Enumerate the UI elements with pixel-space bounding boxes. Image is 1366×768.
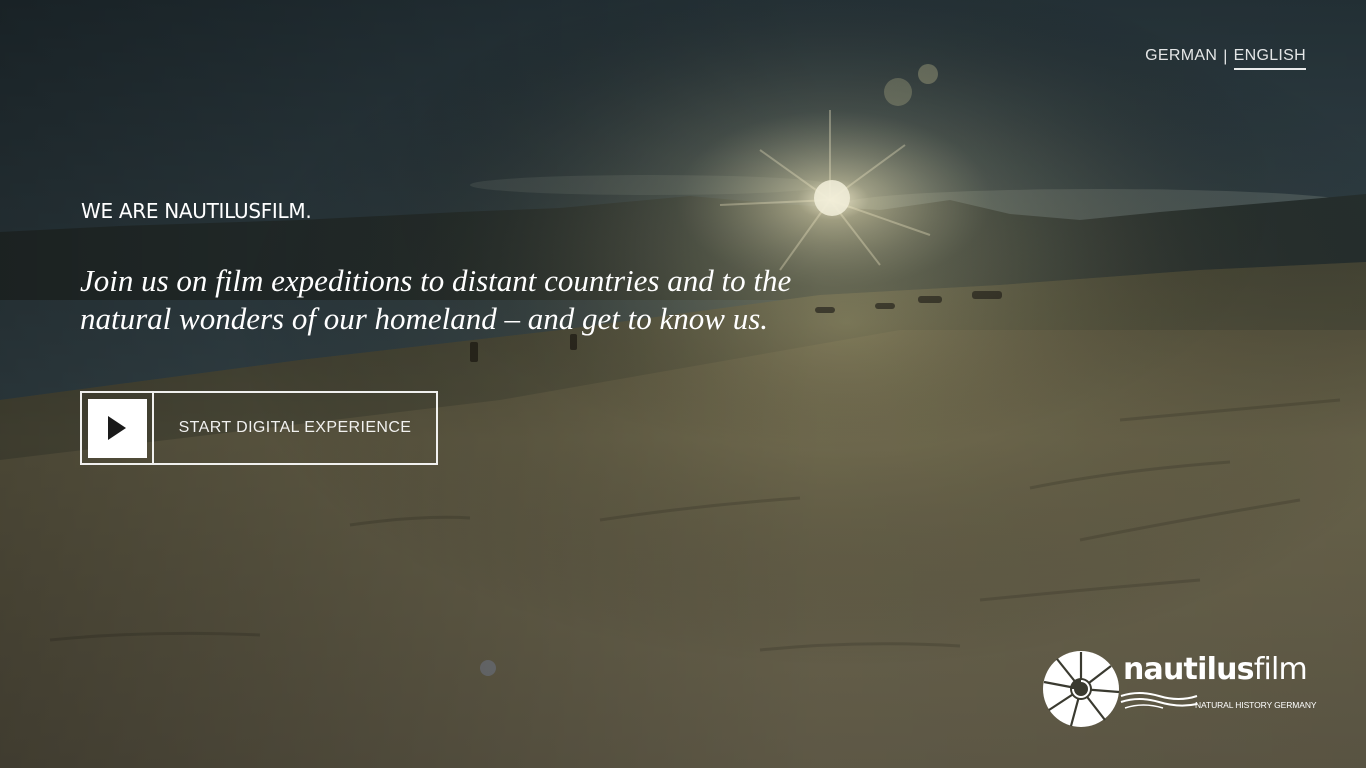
play-icon <box>108 416 126 440</box>
language-english-link[interactable]: ENGLISH <box>1233 47 1306 70</box>
logo-wordmark: nautilusfilm <box>1123 652 1308 687</box>
play-button[interactable] <box>87 398 147 458</box>
language-switch: GERMAN | ENGLISH <box>1145 47 1306 70</box>
hero-eyebrow: WE ARE NAUTILUSFILM. <box>81 199 312 223</box>
landing-page: GERMAN | ENGLISH WE ARE NAUTILUSFILM. Jo… <box>0 0 1366 768</box>
language-german-link[interactable]: GERMAN <box>1145 47 1217 70</box>
play-button-frame[interactable] <box>82 393 154 463</box>
nautilusfilm-logo[interactable]: nautilusfilm NATURAL HISTORY GERMANY <box>1041 648 1317 732</box>
logo-name-bold: nautilus <box>1123 652 1254 687</box>
language-separator: | <box>1223 48 1228 65</box>
hero-headline: Join us on film expeditions to distant c… <box>80 263 792 336</box>
nautilus-shell-icon <box>1043 651 1120 727</box>
logo-tagline: NATURAL HISTORY GERMANY <box>1195 700 1317 710</box>
logo-name-light: film <box>1253 652 1308 687</box>
cta-label: START DIGITAL EXPERIENCE <box>178 419 412 436</box>
start-digital-experience-button[interactable]: START DIGITAL EXPERIENCE <box>80 391 438 465</box>
logo-wave-lines <box>1120 692 1198 709</box>
